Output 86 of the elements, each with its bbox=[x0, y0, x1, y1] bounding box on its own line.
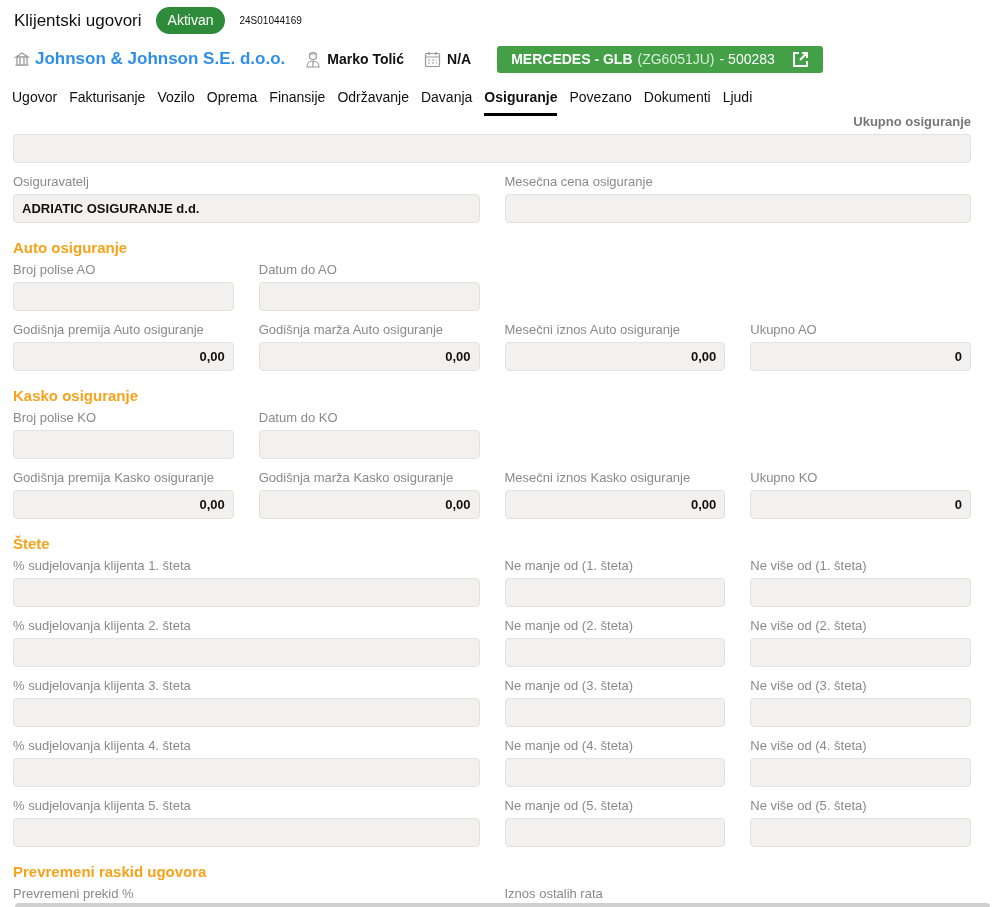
field-label: Mesečna cena osiguranje bbox=[504, 174, 654, 190]
input-field[interactable] bbox=[13, 430, 234, 459]
input-field[interactable] bbox=[750, 638, 971, 667]
status-badge: Aktivan bbox=[155, 7, 226, 34]
input-field[interactable] bbox=[13, 638, 480, 667]
input-field[interactable]: 0,00 bbox=[504, 342, 726, 371]
person-name: Marko Tolić bbox=[327, 49, 405, 69]
input-field[interactable]: 0,00 bbox=[258, 342, 480, 371]
field-label: % sudjelovanja klijenta 2. šteta bbox=[13, 618, 192, 634]
field-label: Ne više od (3. šteta) bbox=[750, 678, 868, 694]
tab[interactable]: Povezano bbox=[569, 87, 632, 116]
external-link-icon bbox=[791, 50, 809, 68]
field-label: Godišnja premija Kasko osiguranje bbox=[13, 470, 215, 486]
input-field[interactable] bbox=[504, 818, 726, 847]
field-label: Ne više od (4. šteta) bbox=[750, 738, 868, 754]
input-field[interactable] bbox=[13, 698, 480, 727]
calendar-icon bbox=[424, 50, 442, 68]
input-field[interactable] bbox=[750, 578, 971, 607]
input-field[interactable] bbox=[750, 818, 971, 847]
field-label: Mesečni iznos Auto osiguranje bbox=[504, 322, 682, 338]
field-label: Broj polise AO bbox=[13, 262, 97, 278]
field-label: Ne više od (5. šteta) bbox=[750, 798, 868, 814]
date-text: N/A bbox=[447, 49, 472, 69]
field-label: Broj polise KO bbox=[13, 410, 98, 426]
field-label: Prevremeni prekid % bbox=[13, 886, 135, 902]
field-label: Ne više od (1. šteta) bbox=[750, 558, 868, 574]
input-field[interactable] bbox=[13, 578, 480, 607]
input-field[interactable] bbox=[504, 638, 726, 667]
input-field[interactable]: 0,00 bbox=[13, 490, 234, 519]
input-field[interactable] bbox=[504, 758, 726, 787]
field-label: Godišnja marža Kasko osiguranje bbox=[258, 470, 455, 486]
tab[interactable]: Davanja bbox=[420, 87, 473, 116]
field-label: % sudjelovanja klijenta 4. šteta bbox=[13, 738, 192, 754]
section-title: Kasko osiguranje bbox=[13, 387, 140, 405]
input-field[interactable] bbox=[13, 134, 971, 163]
field-label: Ne više od (2. šteta) bbox=[750, 618, 868, 634]
tab[interactable]: Finansije bbox=[269, 87, 326, 116]
field-label: Ne manje od (1. šteta) bbox=[504, 558, 635, 574]
section-title: Prevremeni raskid ugovora bbox=[13, 863, 208, 881]
bank-icon bbox=[14, 51, 30, 67]
input-field[interactable] bbox=[13, 758, 480, 787]
field-label: Ne manje od (2. šteta) bbox=[504, 618, 635, 634]
input-field[interactable]: 0,00 bbox=[504, 490, 726, 519]
input-field[interactable]: 0,00 bbox=[13, 342, 234, 371]
field-label: Iznos ostalih rata bbox=[504, 886, 604, 902]
field-label: Godišnja marža Auto osiguranje bbox=[258, 322, 445, 338]
field-label: Datum do AO bbox=[258, 262, 338, 278]
input-field[interactable]: 0 bbox=[750, 490, 971, 519]
input-field[interactable]: 0 bbox=[750, 342, 971, 371]
input-field[interactable] bbox=[13, 818, 480, 847]
tab[interactable]: Osiguranje bbox=[484, 87, 558, 116]
field-label: % sudjelovanja klijenta 3. šteta bbox=[13, 678, 192, 694]
input-field[interactable]: 0,00 bbox=[258, 490, 480, 519]
field-label: Mesečni iznos Kasko osiguranje bbox=[504, 470, 692, 486]
input-field[interactable] bbox=[504, 194, 971, 223]
input-field[interactable] bbox=[258, 430, 480, 459]
tab[interactable]: Fakturisanje bbox=[69, 87, 146, 116]
field-label: % sudjelovanja klijenta 5. šteta bbox=[13, 798, 192, 814]
input-field[interactable] bbox=[504, 698, 726, 727]
field-label: Datum do KO bbox=[258, 410, 339, 426]
field-label: Ne manje od (4. šteta) bbox=[504, 738, 635, 754]
tab[interactable]: Vozilo bbox=[157, 87, 195, 116]
input-field[interactable]: ADRIATIC OSIGURANJE d.d. bbox=[13, 194, 480, 223]
field-label: Godišnja premija Auto osiguranje bbox=[13, 322, 205, 338]
section-title: Auto osiguranje bbox=[13, 239, 129, 257]
field-label: Ne manje od (3. šteta) bbox=[504, 678, 635, 694]
person-icon bbox=[305, 50, 322, 68]
tab[interactable]: Ugovor bbox=[12, 87, 58, 116]
field-label: Osiguravatelj bbox=[13, 174, 90, 190]
field-label: Ukupno AO bbox=[750, 322, 818, 338]
field-label: Ukupno osiguranje bbox=[853, 114, 971, 130]
input-field[interactable] bbox=[504, 578, 726, 607]
tab[interactable]: Ljudi bbox=[722, 87, 753, 116]
tab[interactable]: Oprema bbox=[206, 87, 258, 116]
field-label: Ukupno KO bbox=[750, 470, 819, 486]
tab[interactable]: Dokumenti bbox=[643, 87, 711, 116]
section-title: Štete bbox=[13, 535, 51, 553]
field-label: % sudjelovanja klijenta 1. šteta bbox=[13, 558, 192, 574]
input-field[interactable] bbox=[750, 698, 971, 727]
input-field[interactable] bbox=[750, 758, 971, 787]
tab[interactable]: Održavanje bbox=[337, 87, 409, 116]
field-label: Ne manje od (5. šteta) bbox=[504, 798, 635, 814]
page-title: Klijentski ugovori bbox=[14, 9, 142, 32]
input-field[interactable] bbox=[13, 282, 234, 311]
contract-number: 24S01044169 bbox=[239, 14, 302, 28]
input-field[interactable] bbox=[258, 282, 480, 311]
